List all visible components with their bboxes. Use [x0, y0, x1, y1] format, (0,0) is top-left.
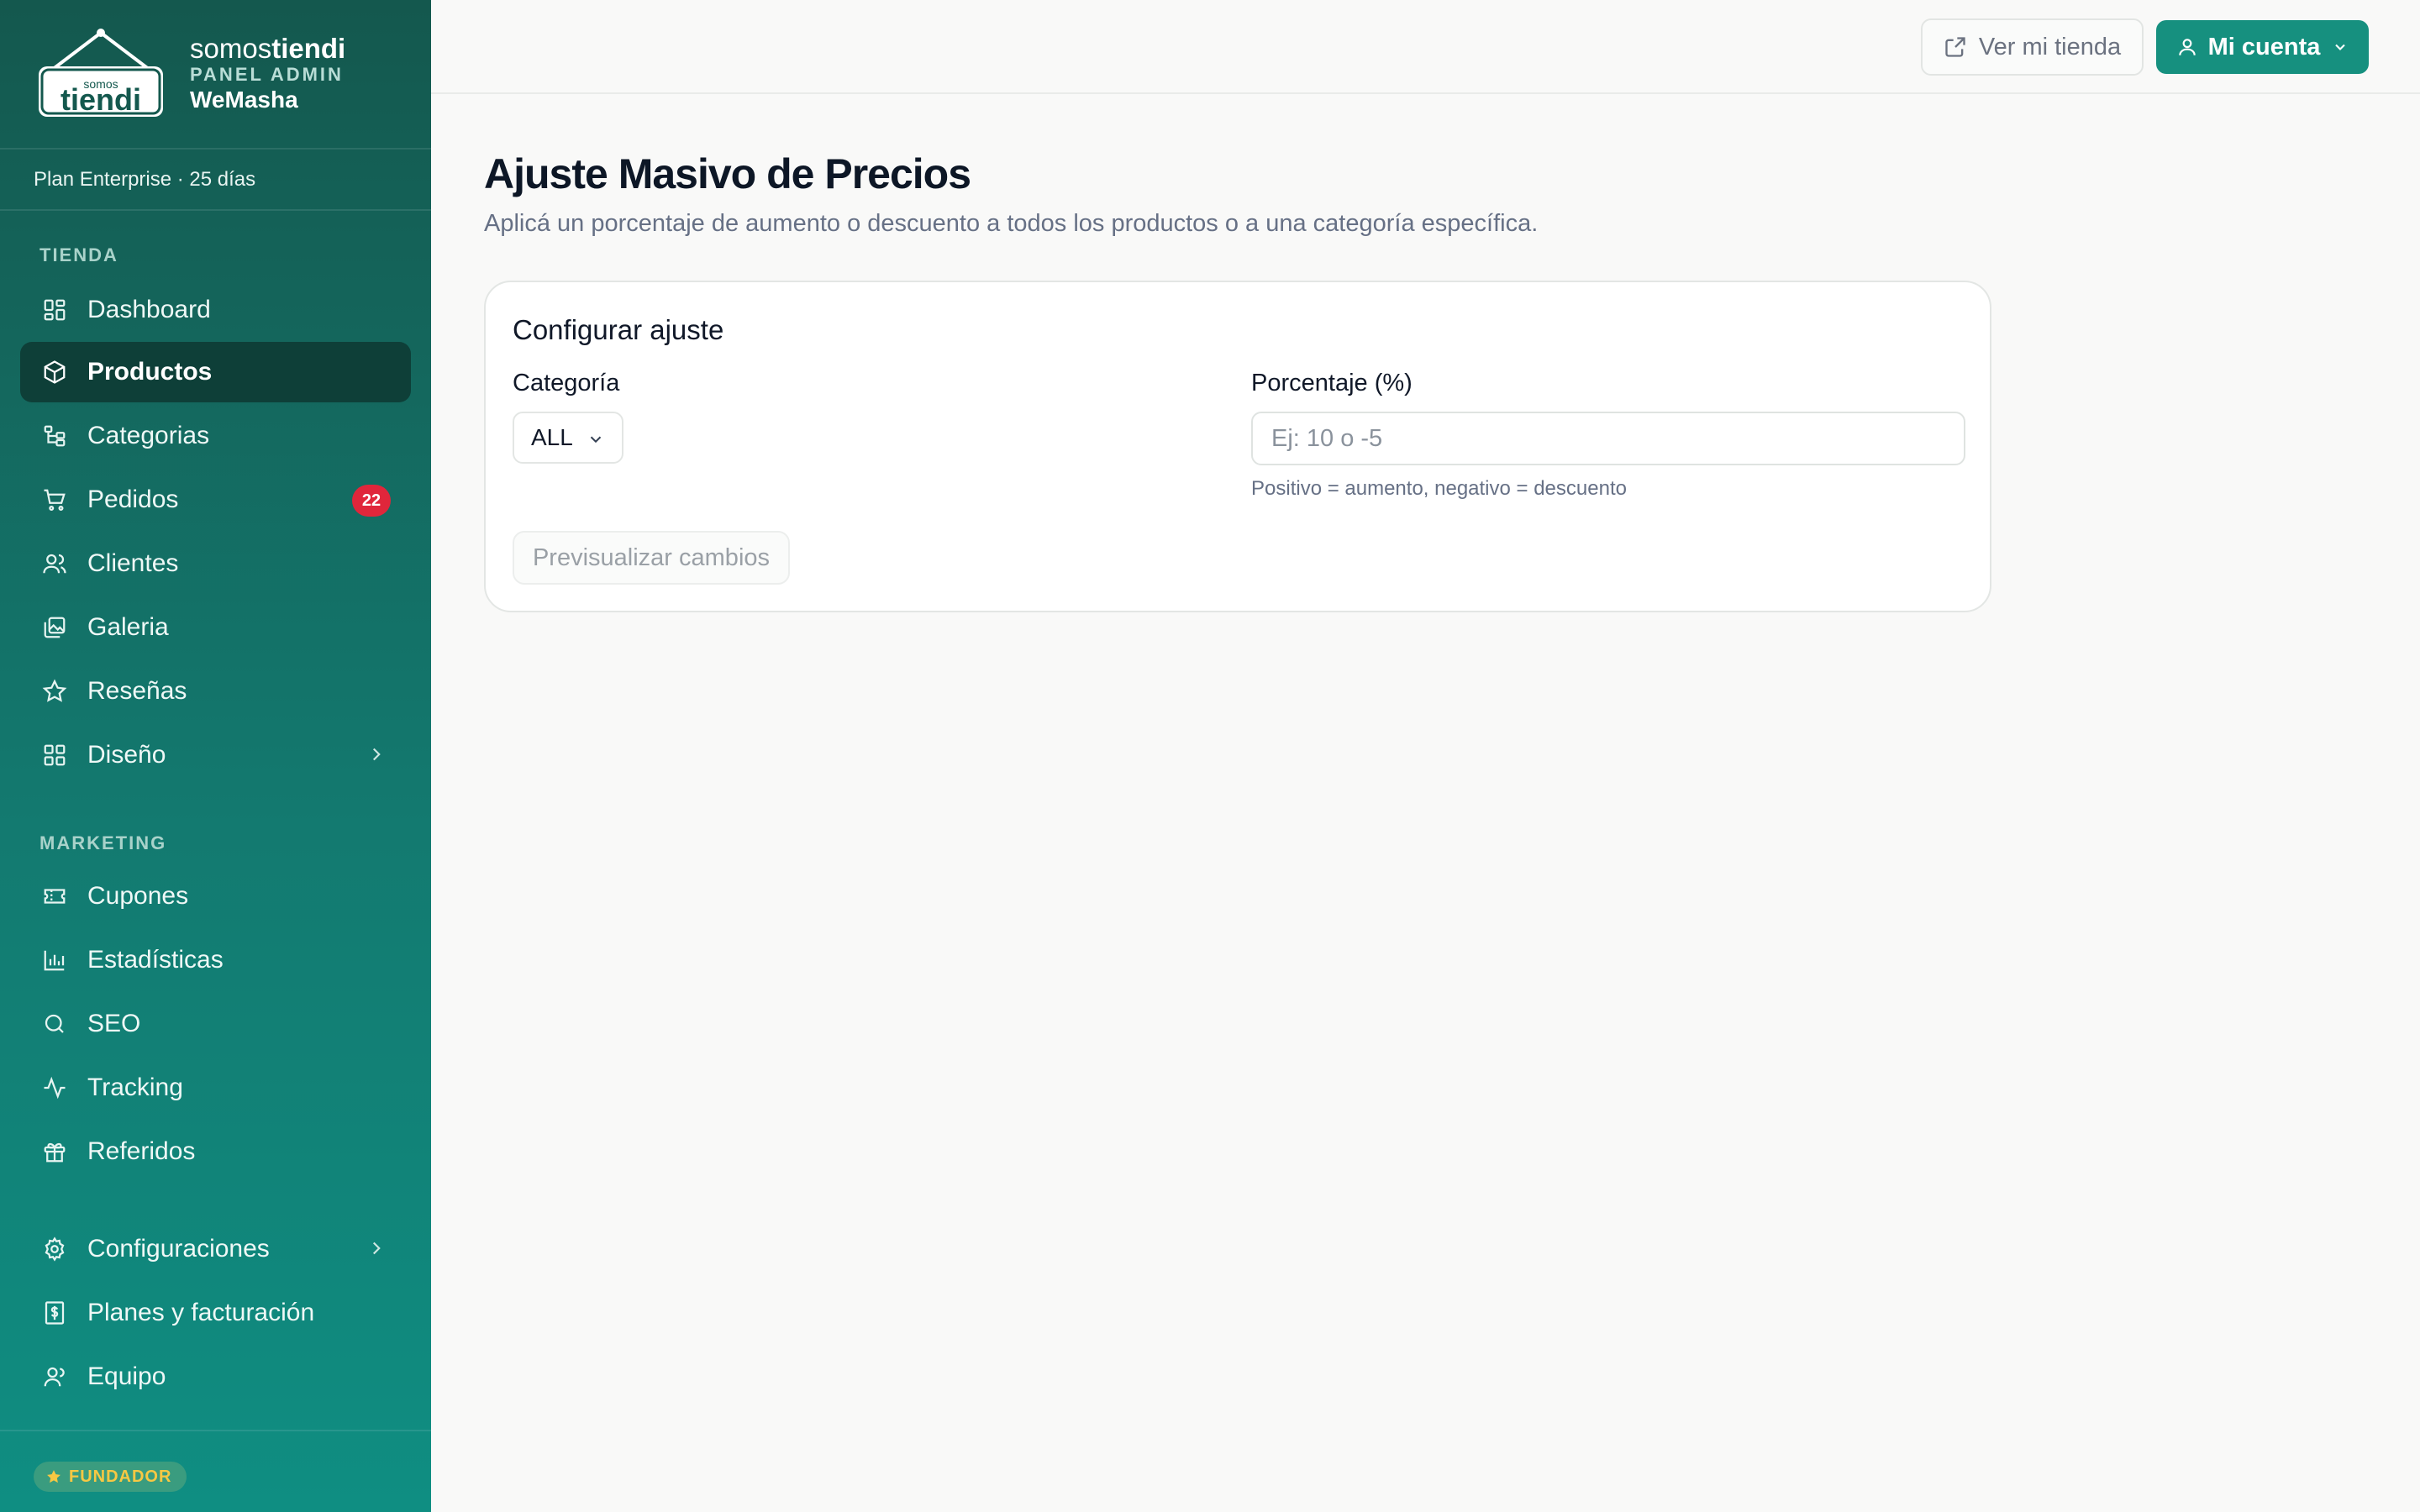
sidebar-item-resenas[interactable]: Reseñas: [20, 661, 411, 722]
sidebar-item-equipo[interactable]: Equipo: [20, 1347, 411, 1407]
page-title: Ajuste Masivo de Precios: [484, 150, 971, 197]
users-icon: [40, 549, 69, 578]
brand-header: somos tiendi somostiendi PANEL ADMIN WeM…: [0, 0, 431, 150]
activity-icon: [40, 1074, 69, 1102]
sidebar-item-label: Categorias: [87, 422, 210, 449]
sidebar-item-configuraciones[interactable]: Configuraciones: [20, 1219, 411, 1279]
dashboard-icon: [40, 296, 69, 324]
panel-label: PANEL ADMIN: [190, 64, 344, 85]
plan-status: Plan Enterprise · 25 días: [0, 150, 431, 211]
sidebar-item-categorias[interactable]: Categorias: [20, 406, 411, 466]
section-label-tienda: TIENDA: [39, 244, 118, 265]
adjustment-card: Configurar ajuste Categoría ALL Porcenta…: [484, 281, 1991, 612]
sidebar-item-label: Galeria: [87, 613, 169, 641]
founder-badge: FUNDADOR: [34, 1462, 187, 1492]
chevron-right-icon: [372, 1242, 381, 1255]
logo-big-text: tiendi: [60, 82, 141, 117]
sidebar-item-label: Equipo: [87, 1362, 166, 1390]
cart-icon: [40, 486, 69, 514]
chevron-right-icon: [372, 748, 381, 761]
brand-text: somostiendi PANEL ADMIN WeMasha: [190, 34, 345, 114]
search-icon: [40, 1010, 69, 1038]
star-icon: [47, 1470, 60, 1483]
account-label: Mi cuenta: [2207, 33, 2321, 60]
sidebar-item-label: Configuraciones: [87, 1235, 270, 1263]
view-store-button[interactable]: Ver mi tienda: [1921, 18, 2144, 76]
view-store-label: Ver mi tienda: [1978, 33, 2122, 60]
page-subtitle: Aplicá un porcentaje de aumento o descue…: [484, 210, 1539, 237]
preview-changes-button[interactable]: Previsualizar cambios: [513, 531, 790, 585]
team-icon: [40, 1362, 69, 1391]
sidebar-item-label: Referidos: [87, 1137, 196, 1165]
gear-icon: [40, 1235, 69, 1263]
sidebar-item-label: Clientes: [87, 549, 179, 577]
sidebar-item-label: Productos: [87, 358, 213, 386]
gift-icon: [40, 1137, 69, 1166]
account-menu-button[interactable]: Mi cuenta: [2156, 20, 2369, 74]
percent-label: Porcentaje (%): [1251, 370, 1413, 396]
percent-hint: Positivo = aumento, negativo = descuento: [1251, 477, 1627, 500]
sidebar-item-planes[interactable]: Planes y facturación: [20, 1283, 411, 1343]
sidebar-item-label: Cupones: [87, 882, 189, 910]
box-icon: [40, 358, 69, 386]
receipt-icon: [40, 1299, 69, 1327]
sidebar-item-referidos[interactable]: Referidos: [20, 1121, 411, 1182]
store-name: WeMasha: [190, 87, 298, 113]
sidebar-item-seo[interactable]: SEO: [20, 994, 411, 1054]
sidebar-item-galeria[interactable]: Galeria: [20, 597, 411, 658]
category-select[interactable]: ALL: [513, 412, 623, 464]
ticket-icon: [40, 882, 69, 911]
sidebar-item-label: Estadísticas: [87, 946, 224, 974]
sidebar-footer: FUNDADOR: [0, 1430, 431, 1512]
sidebar-item-cupones[interactable]: Cupones: [20, 866, 411, 927]
chevron-down-icon: [2335, 44, 2346, 50]
sidebar-item-diseno[interactable]: Diseño: [20, 725, 411, 785]
sidebar-item-clientes[interactable]: Clientes: [20, 533, 411, 594]
tree-icon: [40, 422, 69, 450]
sidebar-item-label: Dashboard: [87, 296, 211, 323]
sidebar-item-dashboard[interactable]: Dashboard: [20, 278, 411, 342]
brand-name: somostiendi: [190, 33, 346, 64]
main-content: Ver mi tienda Mi cuenta Ajuste Masivo de…: [431, 0, 2420, 1512]
sidebar-item-estadisticas[interactable]: Estadísticas: [20, 930, 411, 990]
layout-icon: [40, 741, 69, 769]
tiendi-logo[interactable]: somos tiendi: [34, 28, 168, 120]
sidebar: somos tiendi somostiendi PANEL ADMIN WeM…: [0, 0, 431, 1512]
sidebar-item-tracking[interactable]: Tracking: [20, 1058, 411, 1118]
sidebar-item-pedidos[interactable]: Pedidos 22: [20, 470, 411, 530]
sidebar-item-label: SEO: [87, 1010, 141, 1037]
category-label: Categoría: [513, 370, 620, 396]
orders-count-badge: 22: [352, 485, 391, 517]
bar-chart-icon: [40, 946, 69, 974]
card-title: Configurar ajuste: [513, 314, 724, 345]
sidebar-item-label: Diseño: [87, 741, 166, 769]
section-label-marketing: MARKETING: [39, 832, 167, 853]
gallery-icon: [40, 613, 69, 642]
topbar: Ver mi tienda Mi cuenta: [431, 0, 2420, 94]
user-icon: [2178, 39, 2196, 55]
app-root: somos tiendi somostiendi PANEL ADMIN WeM…: [0, 0, 2420, 1512]
external-link-icon: [1945, 37, 1965, 57]
founder-badge-label: FUNDADOR: [69, 1467, 172, 1486]
sidebar-item-label: Planes y facturación: [87, 1299, 315, 1326]
sidebar-item-label: Tracking: [87, 1074, 183, 1101]
star-icon: [40, 677, 69, 706]
sidebar-item-label: Reseñas: [87, 677, 187, 705]
sidebar-item-productos[interactable]: Productos: [20, 342, 411, 402]
sidebar-item-label: Pedidos: [87, 486, 179, 513]
chevron-down-icon: [590, 436, 602, 444]
category-value: ALL: [531, 424, 573, 450]
percent-input[interactable]: [1251, 412, 1965, 465]
